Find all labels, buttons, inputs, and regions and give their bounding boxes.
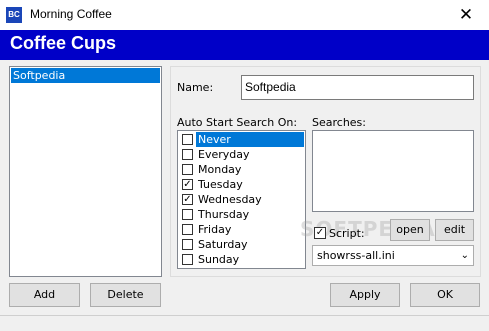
close-icon[interactable]: ✕ xyxy=(443,0,489,30)
banner: Coffee Cups xyxy=(0,30,489,60)
day-item-monday[interactable]: Monday xyxy=(179,162,305,177)
ok-button[interactable]: OK xyxy=(410,283,480,307)
list-item[interactable]: Softpedia xyxy=(11,68,160,83)
searches-box[interactable] xyxy=(312,130,474,212)
day-checkbox[interactable]: ✓ xyxy=(182,194,193,205)
day-item-friday[interactable]: Friday xyxy=(179,222,305,237)
day-checkbox[interactable] xyxy=(182,254,193,265)
day-item-wednesday[interactable]: ✓ Wednesday xyxy=(179,192,305,207)
cups-list[interactable]: Softpedia xyxy=(9,66,162,277)
day-checkbox[interactable] xyxy=(182,164,193,175)
delete-button[interactable]: Delete xyxy=(90,283,161,307)
script-select[interactable]: showrss-all.ini ⌄ xyxy=(312,245,474,266)
day-item-tuesday[interactable]: ✓ Tuesday xyxy=(179,177,305,192)
open-button[interactable]: open xyxy=(390,219,430,241)
day-item-sunday[interactable]: Sunday xyxy=(179,252,305,267)
day-checkbox[interactable] xyxy=(182,134,193,145)
status-bar xyxy=(0,315,489,331)
window-title: Morning Coffee xyxy=(30,7,112,21)
auto-start-label: Auto Start Search On: xyxy=(177,116,298,129)
day-checkbox[interactable] xyxy=(182,209,193,220)
chevron-down-icon[interactable]: ⌄ xyxy=(461,246,469,265)
day-item-saturday[interactable]: Saturday xyxy=(179,237,305,252)
day-item-everyday[interactable]: Everyday xyxy=(179,147,305,162)
auto-start-days-list[interactable]: Never Everyday Monday ✓ Tuesday ✓ Wednes… xyxy=(177,130,306,269)
script-label: Script: xyxy=(329,227,365,240)
title-bar: BC Morning Coffee ✕ xyxy=(0,0,489,30)
script-checkbox[interactable]: ✓ xyxy=(314,227,326,239)
apply-button[interactable]: Apply xyxy=(330,283,400,307)
day-item-thursday[interactable]: Thursday xyxy=(179,207,305,222)
banner-title: Coffee Cups xyxy=(10,33,117,53)
script-select-value: showrss-all.ini xyxy=(317,249,395,262)
name-label: Name: xyxy=(177,81,214,94)
add-button[interactable]: Add xyxy=(9,283,80,307)
day-checkbox[interactable] xyxy=(182,224,193,235)
app-icon: BC xyxy=(6,7,22,23)
edit-button[interactable]: edit xyxy=(435,219,474,241)
day-checkbox[interactable] xyxy=(182,149,193,160)
searches-label: Searches: xyxy=(312,116,366,129)
name-input[interactable]: Softpedia xyxy=(241,75,474,100)
day-checkbox[interactable]: ✓ xyxy=(182,179,193,190)
day-checkbox[interactable] xyxy=(182,239,193,250)
day-item-never[interactable]: Never xyxy=(179,132,305,147)
